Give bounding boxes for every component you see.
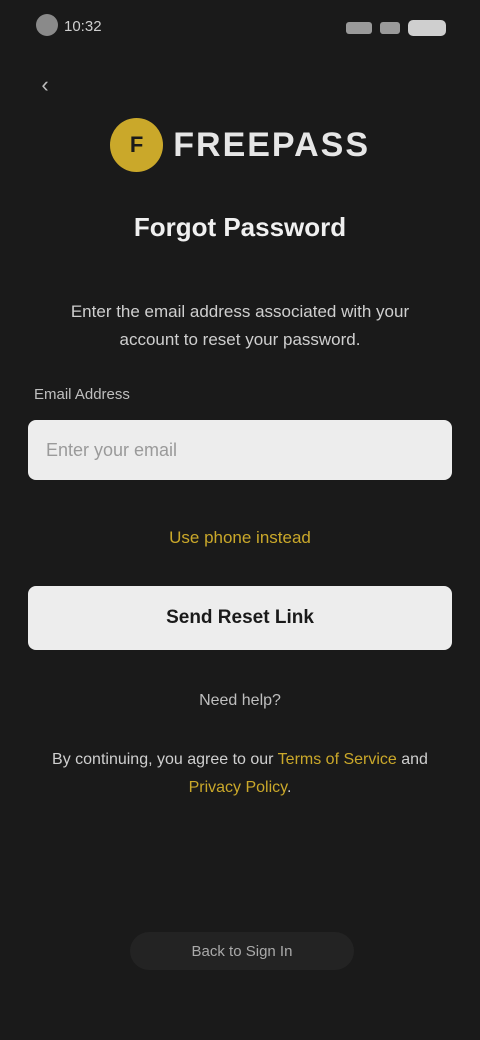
legal-text: By continuing, you agree to our Terms of… xyxy=(50,746,430,802)
logo-text: FREEPASS xyxy=(173,125,370,164)
privacy-link[interactable]: Privacy Policy xyxy=(189,779,287,796)
page-description: Enter the email address associated with … xyxy=(70,302,410,349)
notification-icon xyxy=(36,14,58,36)
legal-prefix: By continuing, you agree to our xyxy=(52,751,278,768)
legal-mid: and xyxy=(396,751,428,768)
status-bar: 10:32 xyxy=(0,0,480,56)
status-time: 10:32 xyxy=(64,18,102,35)
back-button[interactable]: ‹ xyxy=(30,70,60,100)
legal-suffix: . xyxy=(286,779,292,796)
signal-icon xyxy=(346,22,372,34)
app-logo: F FREEPASS xyxy=(110,112,370,178)
help-text: Need help? xyxy=(199,692,281,709)
back-to-signin-button[interactable]: Back to Sign In xyxy=(130,932,354,970)
use-phone-link[interactable]: Use phone instead xyxy=(0,528,480,548)
page-title: Forgot Password xyxy=(133,212,347,242)
logo-mark-icon: F xyxy=(110,118,164,172)
wifi-icon xyxy=(380,22,400,34)
email-label: Email Address xyxy=(34,386,130,403)
terms-link[interactable]: Terms of Service xyxy=(278,751,397,768)
send-reset-button[interactable]: Send Reset Link xyxy=(28,586,452,650)
chevron-left-icon: ‹ xyxy=(41,72,49,97)
email-field[interactable] xyxy=(28,420,452,480)
status-icons xyxy=(346,20,446,36)
battery-icon xyxy=(408,20,446,36)
